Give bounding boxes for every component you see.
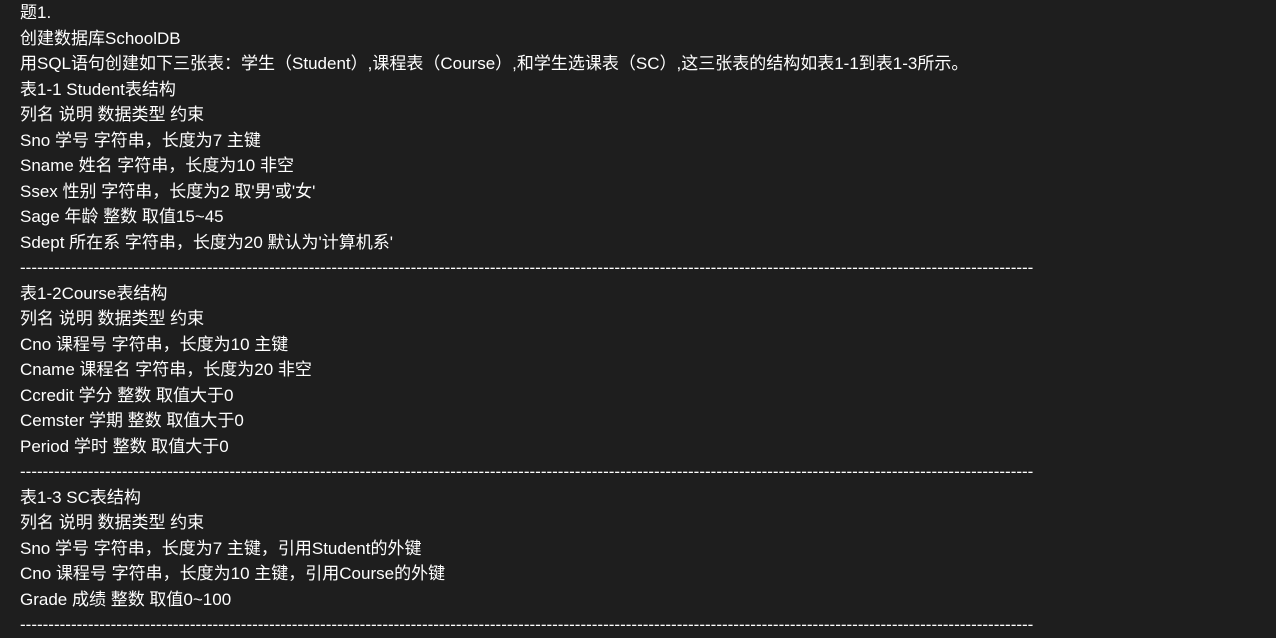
table2-title: 表1-2Course表结构 — [20, 281, 1256, 307]
table3-row: Grade 成绩 整数 取值0~100 — [20, 587, 1256, 613]
table1-row: Sage 年龄 整数 取值15~45 — [20, 204, 1256, 230]
divider: ----------------------------------------… — [20, 255, 1256, 281]
table1-title: 表1-1 Student表结构 — [20, 77, 1256, 103]
table2-row: Period 学时 整数 取值大于0 — [20, 434, 1256, 460]
table2-row: Cno 课程号 字符串，长度为10 主键 — [20, 332, 1256, 358]
table3-row: Cno 课程号 字符串，长度为10 主键，引用Course的外键 — [20, 561, 1256, 587]
partial-header: 题1. — [20, 0, 1256, 26]
table1-row: Sname 姓名 字符串，长度为10 非空 — [20, 153, 1256, 179]
table3-row: Sno 学号 字符串，长度为7 主键，引用Student的外键 — [20, 536, 1256, 562]
table2-header: 列名 说明 数据类型 约束 — [20, 306, 1256, 332]
table3-header: 列名 说明 数据类型 约束 — [20, 510, 1256, 536]
document-content: 题1. 创建数据库SchoolDB 用SQL语句创建如下三张表：学生（Stude… — [0, 0, 1276, 638]
table1-header: 列名 说明 数据类型 约束 — [20, 102, 1256, 128]
divider: ----------------------------------------… — [20, 612, 1256, 638]
sql-intro-line: 用SQL语句创建如下三张表：学生（Student）,课程表（Course）,和学… — [20, 51, 1256, 77]
table1-row: Ssex 性别 字符串，长度为2 取'男'或'女' — [20, 179, 1256, 205]
table2-row: Ccredit 学分 整数 取值大于0 — [20, 383, 1256, 409]
table2-row: Cemster 学期 整数 取值大于0 — [20, 408, 1256, 434]
table2-row: Cname 课程名 字符串，长度为20 非空 — [20, 357, 1256, 383]
create-db-line: 创建数据库SchoolDB — [20, 26, 1256, 52]
table3-title: 表1-3 SC表结构 — [20, 485, 1256, 511]
table1-row: Sdept 所在系 字符串，长度为20 默认为'计算机系' — [20, 230, 1256, 256]
table1-row: Sno 学号 字符串，长度为7 主键 — [20, 128, 1256, 154]
divider: ----------------------------------------… — [20, 459, 1256, 485]
